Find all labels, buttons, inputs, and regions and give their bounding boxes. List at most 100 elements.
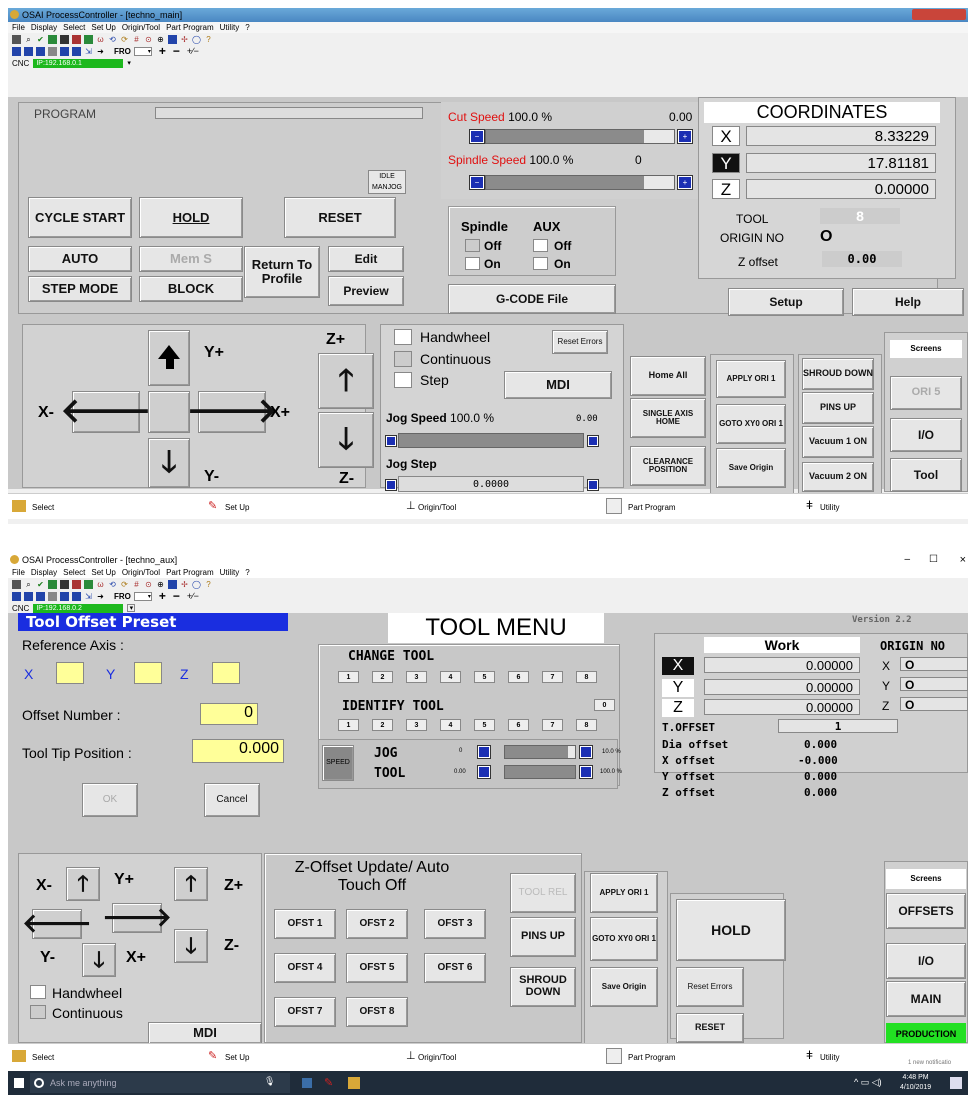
ref-x-box[interactable] <box>56 662 84 684</box>
toolbar-icon[interactable] <box>24 591 33 601</box>
toolbar-icon[interactable] <box>36 46 45 56</box>
hold-button[interactable]: HOLD <box>139 197 243 238</box>
jog-step-increase[interactable] <box>587 479 599 491</box>
jog-y-plus-button[interactable]: 🡑 <box>66 867 100 901</box>
ori5-button[interactable]: ORI 5 <box>890 376 962 410</box>
arrow-icon[interactable]: ➜ <box>96 47 105 56</box>
continuous-checkbox[interactable] <box>30 1005 46 1019</box>
change-tool-button-1[interactable]: 1 <box>338 671 359 683</box>
ofst-7-button[interactable]: OFST 7 <box>274 997 336 1027</box>
change-tool-button-6[interactable]: 6 <box>508 671 529 683</box>
jog-step-decrease[interactable] <box>385 479 397 491</box>
status-part-program[interactable]: Part Program <box>628 503 676 512</box>
toolbar-icon[interactable] <box>60 34 69 44</box>
help-icon[interactable]: ? <box>204 580 213 589</box>
toolbar-icon[interactable] <box>48 34 57 44</box>
jog-y-minus-button[interactable]: 🡓 <box>82 943 116 977</box>
osai-pin-icon[interactable] <box>348 1077 360 1089</box>
toolbar-icon[interactable]: ✢ <box>180 580 189 589</box>
offsets-button[interactable]: OFFSETS <box>886 893 966 929</box>
toolbar-icon[interactable]: ⊙ <box>144 580 153 589</box>
main-button[interactable]: MAIN <box>886 981 966 1017</box>
goto-xy0-button[interactable]: GOTO XY0 ORI 1 <box>716 404 786 444</box>
grid-icon[interactable]: # <box>132 35 141 44</box>
menu-origin-tool[interactable]: Origin/Tool <box>122 568 160 577</box>
toolbar-icon[interactable] <box>12 591 21 601</box>
toolbar-icon[interactable]: ◯ <box>192 580 201 589</box>
vacuum-2-button[interactable]: Vacuum 2 ON <box>802 462 874 492</box>
menu-select[interactable]: Select <box>63 568 85 577</box>
status-utility[interactable]: Utility <box>820 1053 840 1062</box>
jog-z-minus-button[interactable]: 🡓 <box>174 929 208 963</box>
change-tool-button-8[interactable]: 8 <box>576 671 597 683</box>
io-button[interactable]: I/O <box>886 943 966 979</box>
identify-tool-0[interactable]: 0 <box>594 699 615 711</box>
block-button[interactable]: BLOCK <box>139 276 243 302</box>
apply-ori-button[interactable]: APPLY ORI 1 <box>716 360 786 398</box>
identify-tool-button-3[interactable]: 3 <box>406 719 427 731</box>
ok-button[interactable]: OK <box>82 783 138 817</box>
pins-up-button[interactable]: PINS UP <box>510 917 576 957</box>
toolbar-icon[interactable]: ⊕ <box>156 35 165 44</box>
tool-increase[interactable] <box>579 765 593 779</box>
menu-file[interactable]: File <box>12 568 25 577</box>
utility-icon[interactable]: ǂ <box>806 498 813 512</box>
toolbar-icon[interactable]: ⟳ <box>120 580 129 589</box>
gcode-file-button[interactable]: G-CODE File <box>448 284 616 314</box>
jog-speed-increase[interactable] <box>587 435 599 447</box>
toolbar-icon[interactable]: ⇲ <box>84 47 93 56</box>
utility-icon[interactable]: ǂ <box>806 1048 813 1062</box>
goto-xy0-button[interactable]: GOTO XY0 ORI 1 <box>590 917 658 961</box>
grid-icon[interactable]: # <box>132 580 141 589</box>
check-icon[interactable]: ✔ <box>36 35 45 44</box>
origin-tool-icon[interactable]: ⊥ <box>406 1049 416 1062</box>
jog-x-minus-button[interactable]: 🡐 <box>60 391 152 433</box>
ref-y-box[interactable] <box>134 662 162 684</box>
setup-icon[interactable]: ✎ <box>208 499 217 512</box>
identify-tool-button-7[interactable]: 7 <box>542 719 563 731</box>
edit-button[interactable]: Edit <box>328 246 404 272</box>
jog-y-minus-button[interactable]: 🡓 <box>148 438 190 488</box>
handwheel-checkbox[interactable] <box>30 985 46 999</box>
ofst-2-button[interactable]: OFST 2 <box>346 909 408 939</box>
cut-speed-increase[interactable]: + <box>677 129 693 144</box>
identify-tool-button-2[interactable]: 2 <box>372 719 393 731</box>
part-program-icon[interactable] <box>606 1048 622 1064</box>
jog-decrease[interactable] <box>477 745 491 759</box>
identify-tool-button-4[interactable]: 4 <box>440 719 461 731</box>
identify-tool-button-5[interactable]: 5 <box>474 719 495 731</box>
jog-z-minus-button[interactable]: 🡓 <box>318 412 374 468</box>
io-button[interactable]: I/O <box>890 418 962 452</box>
status-utility[interactable]: Utility <box>820 503 840 512</box>
toolbar-icon[interactable]: ◯ <box>192 35 201 44</box>
window-controls[interactable] <box>912 9 966 20</box>
change-tool-button-5[interactable]: 5 <box>474 671 495 683</box>
cut-speed-slider[interactable] <box>485 129 675 144</box>
reset-button[interactable]: RESET <box>284 197 396 238</box>
minus-icon[interactable]: − <box>173 589 180 603</box>
ref-z-box[interactable] <box>212 662 240 684</box>
jog-z-plus-button[interactable]: 🡑 <box>174 867 208 901</box>
ofst-3-button[interactable]: OFST 3 <box>424 909 486 939</box>
tray-icons[interactable]: ^ ▭ ◁) <box>854 1077 882 1088</box>
menu-help[interactable]: ? <box>245 568 249 577</box>
speed-button[interactable]: SPEED <box>322 745 354 781</box>
toolbar-icon[interactable] <box>72 46 81 56</box>
toolbar-icon[interactable] <box>12 46 21 56</box>
cut-speed-decrease[interactable]: − <box>469 129 485 144</box>
ofst-8-button[interactable]: OFST 8 <box>346 997 408 1027</box>
jog-speed-decrease[interactable] <box>385 435 397 447</box>
jog-slider[interactable] <box>504 745 576 759</box>
toolbar-icon[interactable] <box>72 34 81 44</box>
mdi-button[interactable]: MDI <box>148 1022 262 1044</box>
toolbar-icon[interactable] <box>12 579 21 589</box>
spindle-speed-increase[interactable]: + <box>677 175 693 190</box>
mem-s-button[interactable]: Mem S <box>139 246 243 272</box>
step-mode-button[interactable]: STEP MODE <box>28 276 132 302</box>
step-checkbox[interactable] <box>394 372 412 388</box>
setup-button[interactable]: Setup <box>728 288 844 316</box>
toolbar-icon[interactable] <box>168 34 177 44</box>
toolbar-icon[interactable] <box>48 579 57 589</box>
toolbar-icon[interactable]: ⟲ <box>108 35 117 44</box>
status-setup[interactable]: Set Up <box>225 1053 249 1062</box>
